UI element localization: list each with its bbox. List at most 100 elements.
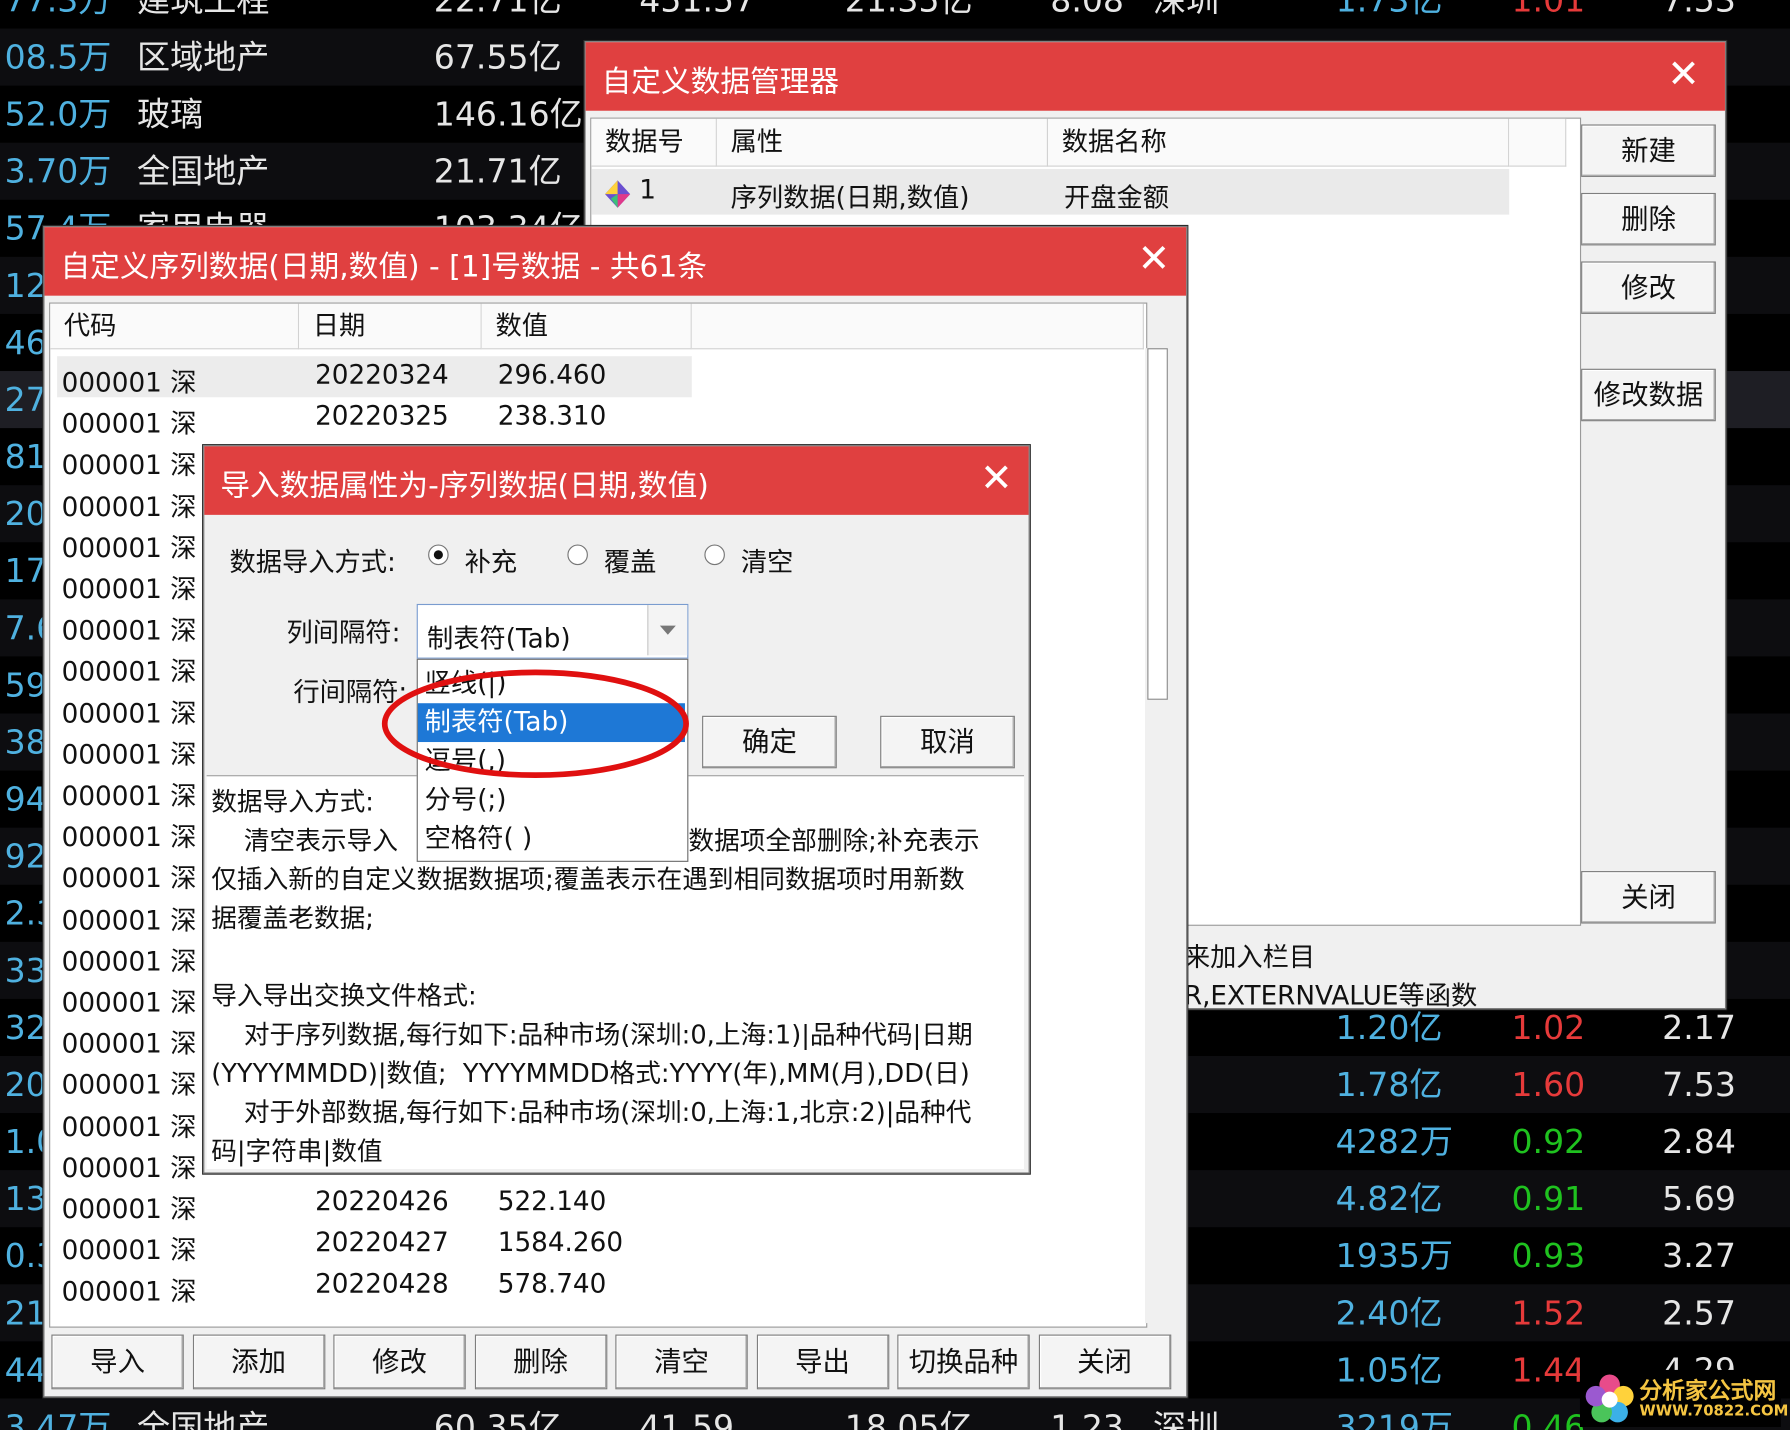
button-label: 确定 bbox=[742, 726, 797, 759]
col-header-label: 属性 bbox=[730, 127, 784, 158]
radio-button[interactable] bbox=[567, 544, 588, 566]
col-sep-value: 制表符(Tab) bbox=[426, 624, 571, 655]
table-row[interactable]: 000001 深 20220428 578.740 bbox=[50, 1265, 1146, 1308]
stock-cell-vol: 52.0万 bbox=[4, 94, 112, 134]
col-header-label: 数据号 bbox=[605, 127, 684, 158]
col-sep-select[interactable]: 制表符(Tab) bbox=[416, 603, 689, 659]
cell-code: 000001 深 bbox=[61, 368, 197, 399]
manager-close-button[interactable]: 关闭 bbox=[1581, 871, 1716, 924]
stock-cell-name: 玻璃 bbox=[136, 94, 204, 134]
manager-col-id[interactable]: 数据号 bbox=[591, 118, 717, 167]
close-icon[interactable]: ✕ bbox=[1667, 55, 1700, 94]
stock-cell-chg: 1.52 bbox=[1511, 1293, 1586, 1333]
cell-value: 522.140 bbox=[497, 1187, 607, 1217]
desc-line: 码|字符串|数值 bbox=[211, 1137, 383, 1167]
table-row[interactable]: 000001 深 20220324 296.460 bbox=[50, 356, 1146, 399]
desc-line: 清空表示导入 bbox=[211, 826, 398, 857]
stock-cell-name: 区域地产 bbox=[136, 37, 270, 77]
button-label: 新建 bbox=[1621, 134, 1676, 167]
chevron-down-icon bbox=[659, 625, 676, 635]
modify-data-button[interactable]: 修改数据 bbox=[1581, 368, 1716, 422]
stock-cell-vol: 3.70万 bbox=[4, 151, 112, 191]
stock-cell-amt: 1.05亿 bbox=[1335, 1350, 1443, 1390]
stock-cell-vol: 94 bbox=[4, 779, 47, 819]
modify-button[interactable]: 修改 bbox=[1581, 261, 1716, 314]
import-dialog: 导入数据属性为-序列数据(日期,数值) ✕ 数据导入方式: 补充 覆盖 清空 列… bbox=[203, 445, 1030, 1174]
series-import-button[interactable]: 导入 bbox=[51, 1334, 184, 1390]
stock-cell-amt: 1.73亿 bbox=[1335, 0, 1443, 20]
dropdown-button[interactable] bbox=[647, 605, 688, 656]
button-label: 导入 bbox=[90, 1345, 145, 1378]
series-col-date[interactable]: 日期 bbox=[299, 303, 482, 350]
desc-line: (YYYYMMDD)|数值; YYYYMMDD格式:YYYY(年),MM(月),… bbox=[211, 1059, 970, 1090]
series-export-button[interactable]: 导出 bbox=[756, 1334, 889, 1390]
series-add-button[interactable]: 添加 bbox=[192, 1334, 325, 1390]
stock-cell-amt: 4.82亿 bbox=[1335, 1179, 1443, 1219]
radio-button[interactable] bbox=[428, 544, 449, 566]
cell-code: 000001 深 bbox=[61, 947, 197, 977]
col-sep-label: 列间隔符: bbox=[286, 618, 401, 649]
close-icon[interactable]: ✕ bbox=[1138, 240, 1171, 279]
series-col-filler bbox=[691, 303, 1144, 350]
new-button[interactable]: 新建 bbox=[1581, 124, 1716, 177]
series-clear-button[interactable]: 清空 bbox=[615, 1334, 748, 1390]
desc-line: 导入导出交换文件格式: bbox=[211, 981, 477, 1012]
series-delete-button[interactable]: 删除 bbox=[474, 1334, 607, 1390]
series-modify-button[interactable]: 修改 bbox=[333, 1334, 466, 1390]
scrollbar-thumb[interactable] bbox=[1147, 348, 1168, 700]
dropdown-option[interactable]: 分号(;) bbox=[418, 781, 685, 820]
radio-button[interactable] bbox=[704, 544, 725, 566]
series-col-value[interactable]: 数值 bbox=[481, 303, 692, 350]
stock-cell-name: 建筑工程 bbox=[136, 0, 270, 20]
import-title: 导入数据属性为-序列数据(日期,数值) bbox=[220, 469, 709, 504]
series-switch-symbol-button[interactable]: 切换品种 bbox=[897, 1334, 1030, 1390]
table-row[interactable]: 000001 深 20220426 522.140 bbox=[50, 1183, 1146, 1225]
stock-row[interactable]: 77.3万 建筑工程 22.71亿 451.57 21.35亿 8.08 深圳 1.73亿 1.… bbox=[0, 0, 1790, 29]
button-label: 切换品种 bbox=[908, 1345, 1019, 1378]
cell-code: 000001 深 bbox=[61, 1112, 197, 1143]
data-id: 1 bbox=[639, 175, 657, 206]
cell-code: 000001 深 bbox=[61, 1153, 197, 1184]
stock-cell-name: 全国地产 bbox=[136, 151, 270, 191]
desc-line: 数据项全部删除;补充表示 bbox=[688, 826, 980, 857]
ok-button[interactable]: 确定 bbox=[702, 715, 837, 769]
screen: 77.3万 建筑工程 22.71亿 451.57 21.35亿 8.08 深圳 1.73亿 1.… bbox=[0, 0, 1790, 1430]
delete-button[interactable]: 删除 bbox=[1581, 192, 1716, 246]
stock-cell-chg: 0.92 bbox=[1511, 1122, 1586, 1162]
cell-code: 000001 深 bbox=[61, 492, 197, 523]
manager-titlebar: 自定义数据管理器 ✕ bbox=[585, 42, 1725, 111]
manager-col-name[interactable]: 数据名称 bbox=[1047, 118, 1510, 167]
import-mode-label: 数据导入方式: bbox=[229, 547, 396, 578]
cell-code: 000001 深 bbox=[61, 1029, 197, 1060]
series-close-button[interactable]: 关闭 bbox=[1038, 1334, 1171, 1390]
stock-cell-cap: 146.16亿 bbox=[433, 94, 583, 134]
cancel-button[interactable]: 取消 bbox=[880, 715, 1015, 769]
dropdown-option[interactable]: 空格符( ) bbox=[418, 820, 685, 859]
cell-value: 578.740 bbox=[497, 1269, 607, 1300]
close-icon[interactable]: ✕ bbox=[980, 459, 1013, 498]
cell-code: 000001 深 bbox=[61, 1195, 197, 1225]
series-col-code[interactable]: 代码 bbox=[50, 303, 300, 350]
cell-date: 20220426 bbox=[315, 1187, 449, 1217]
import-titlebar: 导入数据属性为-序列数据(日期,数值) ✕ bbox=[204, 446, 1029, 515]
desc-line: 对于序列数据,每行如下:品种市场(深圳:0,上海:1)|品种代码|日期 bbox=[211, 1020, 973, 1051]
manager-hint-2: R,EXTERNVALUE等函数 bbox=[1183, 981, 1478, 1012]
vertical-scrollbar[interactable] bbox=[1145, 348, 1171, 1324]
col-header-label: 代码 bbox=[63, 311, 117, 342]
stock-cell-cap: 21.71亿 bbox=[433, 151, 562, 191]
table-row[interactable]: 000001 深 20220427 1584.260 bbox=[50, 1224, 1146, 1267]
button-label: 修改数据 bbox=[1593, 379, 1704, 411]
table-row[interactable]: 000001 深 20220325 238.310 bbox=[50, 397, 1146, 440]
button-label: 添加 bbox=[231, 1345, 286, 1378]
cell-code: 000001 深 bbox=[61, 781, 197, 812]
watermark-brand: 分析家公式网 bbox=[1639, 1376, 1777, 1405]
stock-cell-cap: 60.35亿 bbox=[433, 1407, 562, 1430]
cell-code: 000001 深 bbox=[61, 534, 197, 564]
manager-col-filler bbox=[1509, 118, 1567, 167]
cell-code: 000001 深 bbox=[61, 988, 197, 1019]
stock-cell-chg: 0.91 bbox=[1511, 1179, 1586, 1219]
list-item[interactable]: 1 序列数据(日期,数值) 开盘金额 bbox=[591, 168, 1510, 215]
button-label: 删除 bbox=[1621, 203, 1676, 236]
stock-row[interactable]: 3.47万 全国地产 60.35亿 41.59 18.05亿 1.23 深圳 3219万 0.4… bbox=[0, 1398, 1790, 1430]
manager-col-attr[interactable]: 属性 bbox=[716, 118, 1048, 167]
